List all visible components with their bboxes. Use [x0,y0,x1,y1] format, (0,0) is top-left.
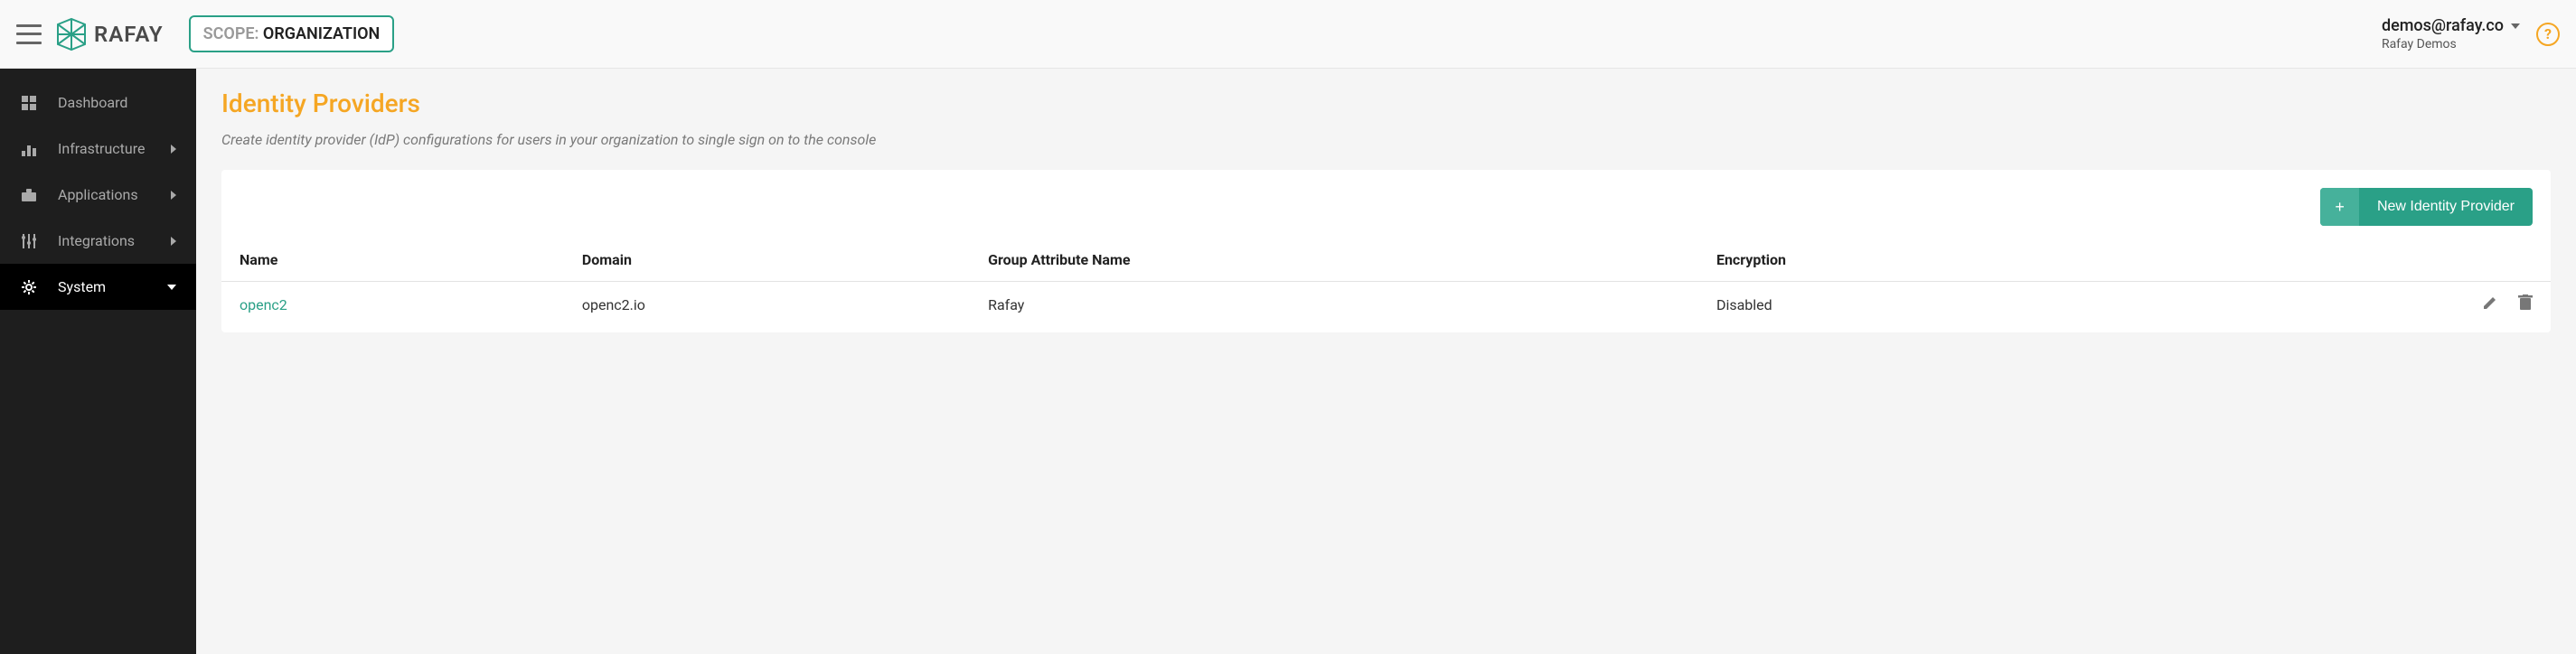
sidebar-item-label: Infrastructure [58,140,171,157]
chevron-down-icon [2511,23,2520,29]
idp-domain: openc2.io [564,282,970,328]
user-email: demos@rafay.co [2382,16,2504,35]
dashboard-icon [20,96,38,110]
chevron-right-icon [171,145,176,154]
sidebar-item-label: Dashboard [58,94,176,111]
sidebar-item-label: System [58,278,167,295]
brand-logo[interactable]: RAFAY [56,17,164,51]
scope-label: SCOPE: [203,24,263,43]
scope-selector[interactable]: SCOPE: ORGANIZATION [189,15,395,52]
scope-value: ORGANIZATION [263,24,380,43]
idp-encryption: Disabled [1698,282,2130,328]
page-title: Identity Providers [221,89,2551,118]
idp-table: Name Domain Group Attribute Name Encrypt… [221,238,2551,327]
sidebar-item-applications[interactable]: Applications [0,172,196,218]
idp-name-link[interactable]: openc2 [221,282,564,328]
sidebar-item-label: Integrations [58,232,171,249]
column-header-group-attr: Group Attribute Name [970,238,1698,282]
sidebar-item-system[interactable]: System [0,264,196,310]
sidebar-item-dashboard[interactable]: Dashboard [0,79,196,126]
logo-text: RAFAY [94,22,164,47]
new-identity-provider-button[interactable]: + New Identity Provider [2320,188,2533,226]
logo-mark-icon [56,17,87,51]
infrastructure-icon [20,142,38,156]
hamburger-menu-icon[interactable] [16,24,42,44]
plus-icon: + [2320,188,2359,226]
main-content: Identity Providers Create identity provi… [196,69,2576,654]
chevron-right-icon [171,191,176,200]
gear-icon [20,280,38,294]
sidebar-item-integrations[interactable]: Integrations [0,218,196,264]
table-row: openc2 openc2.io Rafay Disabled [221,282,2551,328]
column-header-name: Name [221,238,564,282]
idp-card: + New Identity Provider Name Domain Grou… [221,170,2551,332]
sidebar-item-infrastructure[interactable]: Infrastructure [0,126,196,172]
chevron-down-icon [167,285,176,290]
integrations-icon [20,234,38,248]
user-menu[interactable]: demos@rafay.co Rafay Demos [2382,16,2520,51]
sidebar: Dashboard Infrastructure Applications In… [0,69,196,654]
column-header-domain: Domain [564,238,970,282]
column-header-encryption: Encryption [1698,238,2130,282]
chevron-right-icon [171,237,176,246]
edit-icon[interactable] [2482,294,2498,311]
idp-group-attr: Rafay [970,282,1698,328]
help-icon[interactable]: ? [2536,23,2560,46]
user-org: Rafay Demos [2382,37,2457,51]
delete-icon[interactable] [2518,294,2533,311]
page-subtitle: Create identity provider (IdP) configura… [221,131,2551,148]
top-bar: RAFAY SCOPE: ORGANIZATION demos@rafay.co… [0,0,2576,69]
new-button-label: New Identity Provider [2359,188,2533,226]
applications-icon [20,189,38,201]
sidebar-item-label: Applications [58,186,171,203]
